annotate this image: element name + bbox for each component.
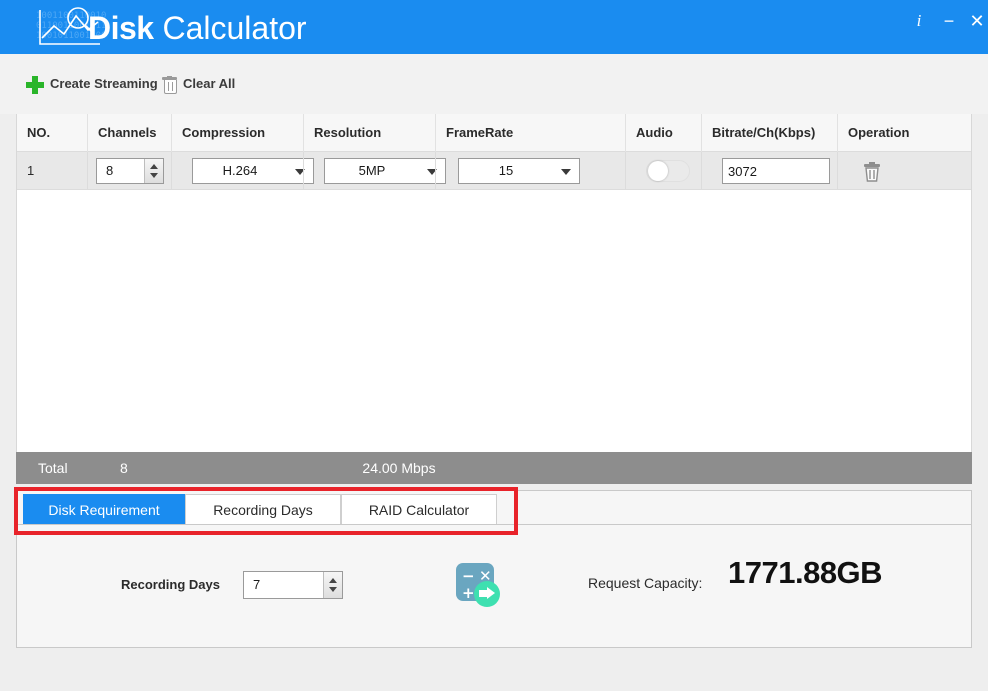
total-bar: Total 8 24.00 Mbps [16, 452, 972, 484]
channels-stepper[interactable]: 8 [96, 158, 164, 184]
recording-days-value: 7 [253, 577, 261, 592]
trash-icon [864, 162, 880, 182]
minus-icon: − [462, 567, 475, 585]
title-bar: 10011001100101100 01100110010110011 1001… [0, 0, 988, 54]
tab-recording-days[interactable]: Recording Days [185, 494, 341, 524]
table-header-row: NO. Channels Compression Resolution Fram… [17, 114, 971, 152]
cell-channels: 8 [87, 152, 171, 190]
cell-no: 1 [17, 152, 87, 190]
request-capacity-label: Request Capacity: [588, 575, 703, 591]
app-title-bold: Disk [88, 10, 154, 46]
column-header-framerate: FrameRate [435, 114, 625, 152]
app-title: Disk Calculator [88, 6, 307, 50]
compression-value: H.264 [222, 163, 258, 178]
info-icon[interactable]: i [906, 8, 932, 34]
toolbar: Create Streaming Clear All [0, 54, 988, 114]
plus-icon [26, 75, 44, 94]
cell-resolution: 5MP [303, 152, 446, 190]
resolution-value: 5MP [358, 163, 386, 178]
stepper-down-icon [150, 173, 158, 178]
column-header-bitrate: Bitrate/Ch(Kbps) [701, 114, 837, 152]
column-header-resolution: Resolution [303, 114, 435, 152]
clear-all-button[interactable]: Clear All [162, 70, 235, 98]
channels-value: 8 [106, 163, 114, 178]
total-bitrate: 24.00 Mbps [362, 460, 436, 476]
create-streaming-label: Create Streaming [50, 76, 158, 91]
toggle-knob [648, 161, 668, 181]
table-row: 1 8 H.264 5MP 15 [17, 152, 971, 190]
compression-select[interactable]: H.264 [192, 158, 314, 184]
trash-icon [162, 75, 177, 94]
column-header-audio: Audio [625, 114, 701, 152]
delete-row-button[interactable] [862, 161, 882, 187]
audio-toggle[interactable] [646, 160, 690, 182]
column-header-no: NO. [27, 125, 51, 140]
stepper-down-icon [329, 587, 337, 592]
create-streaming-button[interactable]: Create Streaming [26, 70, 158, 98]
tab-disk-requirement[interactable]: Disk Requirement [23, 494, 185, 524]
recording-days-stepper-buttons[interactable] [323, 572, 342, 598]
minimize-button[interactable]: − [936, 8, 962, 34]
recording-days-label: Recording Days [121, 577, 220, 592]
row-number: 1 [27, 163, 35, 178]
column-header-operation: Operation [837, 114, 973, 152]
tab-bar: Disk Requirement Recording Days RAID Cal… [17, 491, 971, 525]
stepper-up-icon [150, 164, 158, 169]
recording-days-stepper[interactable]: 7 [243, 571, 343, 599]
close-button[interactable]: ✕ [964, 8, 988, 34]
cell-compression: H.264 [171, 152, 314, 190]
bitrate-input[interactable] [722, 158, 830, 184]
column-header-channels: Channels [87, 114, 171, 152]
streaming-table: NO. Channels Compression Resolution Fram… [16, 114, 972, 452]
cell-framerate: 15 [435, 152, 625, 190]
plus-icon: + [462, 584, 475, 602]
cell-bitrate [701, 152, 837, 190]
cell-audio [625, 152, 701, 190]
channels-stepper-buttons[interactable] [144, 159, 163, 183]
stepper-up-icon [329, 578, 337, 583]
framerate-select[interactable]: 15 [458, 158, 580, 184]
tab-raid-calculator[interactable]: RAID Calculator [341, 494, 497, 524]
request-capacity-value: 1771.88GB [728, 555, 883, 590]
app-title-light: Calculator [153, 10, 307, 46]
column-header-compression: Compression [171, 114, 303, 152]
chevron-down-icon [561, 169, 571, 175]
clear-all-label: Clear All [183, 76, 236, 91]
cell-operation [837, 152, 973, 190]
go-arrow-icon [474, 581, 500, 607]
resolution-select[interactable]: 5MP [324, 158, 446, 184]
framerate-value: 15 [498, 163, 514, 178]
calculate-button[interactable]: − ✕ + [456, 563, 500, 607]
